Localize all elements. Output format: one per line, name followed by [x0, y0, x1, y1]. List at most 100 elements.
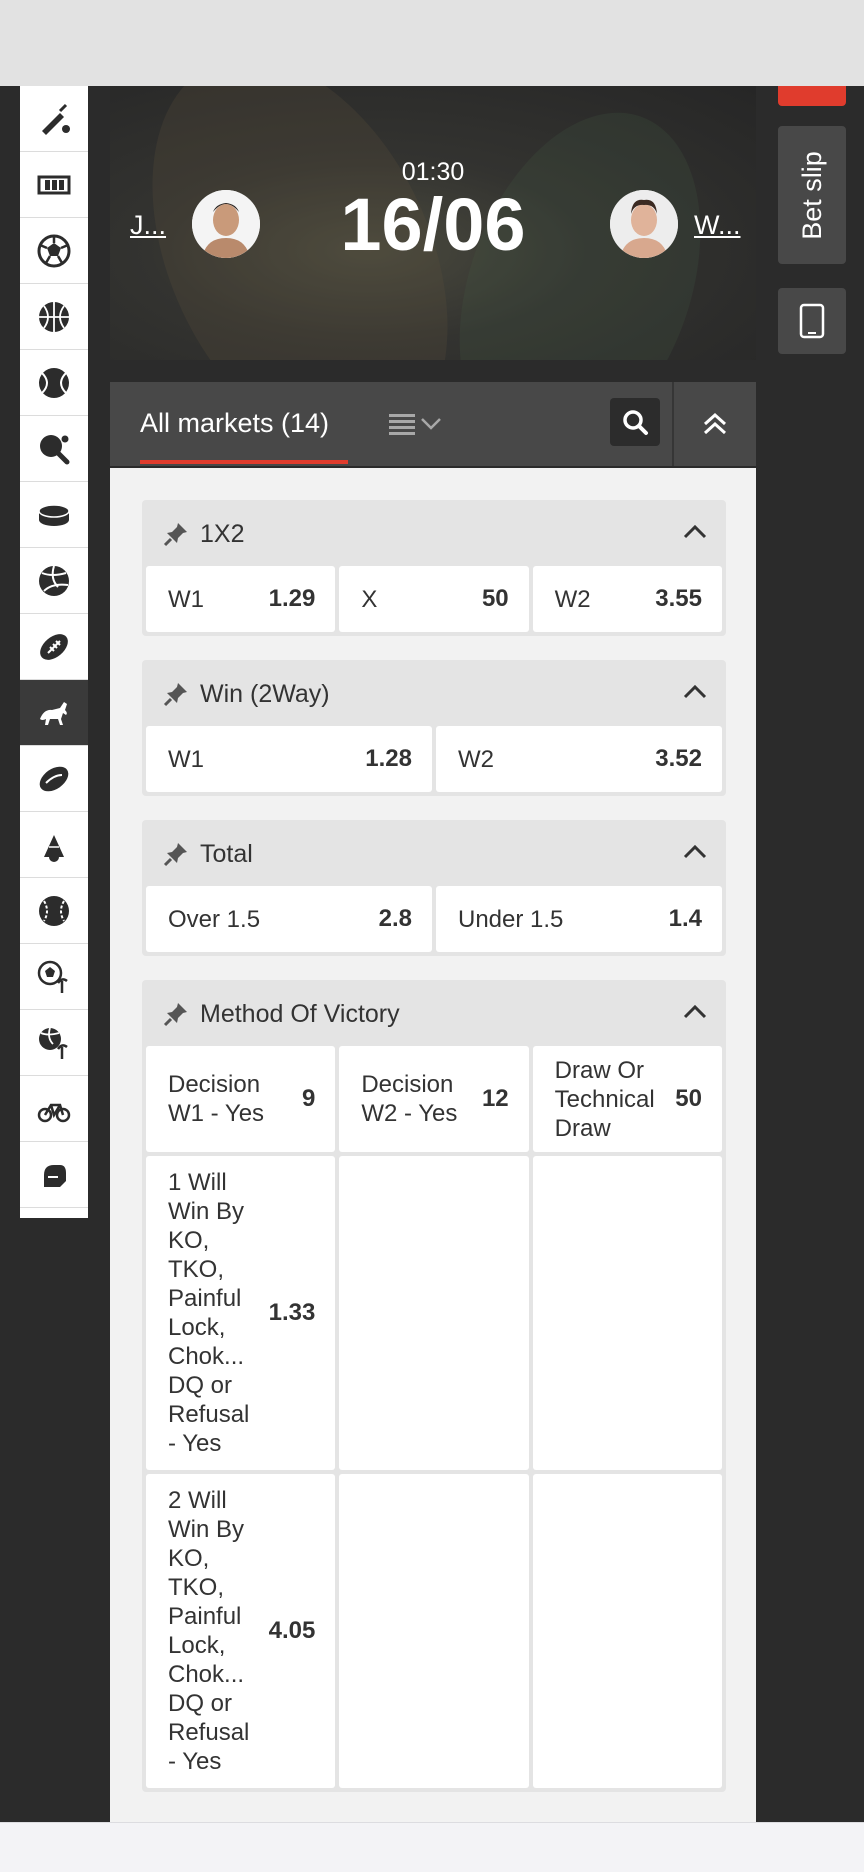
browser-top-bar — [0, 0, 864, 86]
odds-cell[interactable]: Draw Or Technical Draw 50 — [532, 1046, 722, 1152]
market-block: 1X2 W1 1.29 X 50 W2 3.55 — [142, 500, 726, 636]
pin-button[interactable] — [162, 680, 190, 713]
team2-name-link[interactable]: W... — [694, 210, 741, 241]
double-chevron-up-icon — [703, 412, 727, 435]
bet-slip-button[interactable]: Bet slip — [778, 126, 846, 264]
table-tennis-icon — [40, 434, 70, 464]
outcome-label: W2 — [458, 745, 494, 773]
sports-sidebar — [20, 86, 88, 1218]
pin-icon — [163, 523, 187, 547]
empty-cell — [339, 1156, 529, 1470]
odds-cell[interactable]: W2 3.52 — [436, 726, 722, 792]
outcome-label: Decision W2 - Yes — [361, 1071, 458, 1127]
cricket-icon — [42, 103, 70, 135]
search-button[interactable] — [610, 398, 660, 446]
chevron-up-icon — [683, 1004, 707, 1019]
american-football-icon — [40, 633, 68, 660]
scoreboard: 01:30 16/06 J... W... — [110, 86, 756, 360]
film-icon — [37, 175, 71, 194]
mobile-version-button[interactable] — [778, 288, 846, 354]
sidebar-sport-volleyball[interactable] — [20, 548, 88, 614]
empty-cell — [532, 1156, 722, 1470]
collapse-market-button[interactable] — [682, 522, 708, 545]
outcome-label: Under 1.5 — [458, 905, 564, 933]
pin-button[interactable] — [162, 1000, 190, 1033]
odds-cell[interactable]: Decision W1 - Yes 9 — [146, 1046, 336, 1152]
odds-cell[interactable]: X 50 — [339, 566, 529, 632]
outcome-label: W2 — [554, 585, 591, 613]
sidebar-sport-football[interactable] — [20, 218, 88, 284]
odds-value: 9 — [301, 1085, 316, 1112]
sidebar-sport-tennis[interactable] — [20, 350, 88, 416]
outcome-label: W1 — [168, 745, 204, 773]
football-icon — [37, 234, 71, 267]
sidebar-sport-ice-hockey[interactable] — [20, 482, 88, 548]
market-block: Method Of Victory Decision W1 - Yes 9 Decis… — [142, 980, 726, 1792]
sidebar-sport-film[interactable] — [20, 152, 88, 218]
beach-soccer-icon — [37, 960, 68, 993]
baseball-icon — [39, 895, 69, 926]
chevron-up-icon — [683, 844, 707, 859]
market-title: Win (2Way) — [200, 680, 330, 708]
active-tab-indicator — [140, 460, 348, 464]
team1-name-link[interactable]: J... — [130, 210, 166, 241]
outcome-label: 2 Will Win By KO, TKO, Painful Lock, Cho… — [168, 1487, 250, 1775]
sidebar-sport-cycling[interactable] — [20, 1076, 88, 1142]
sidebar-sport-boxing[interactable] — [20, 1142, 88, 1208]
market-header[interactable]: Total — [142, 820, 726, 886]
odds-value: 3.52 — [655, 745, 702, 772]
market-header[interactable]: 1X2 — [142, 500, 726, 566]
chevron-down-icon — [421, 418, 441, 430]
tab-all-markets[interactable]: All markets (14) — [140, 408, 329, 439]
sidebar-sport-basketball[interactable] — [20, 284, 88, 350]
markets-bar: All markets (14) — [110, 382, 756, 466]
odds-cell[interactable]: Decision W2 - Yes 12 — [339, 1046, 529, 1152]
list-icon — [389, 414, 415, 435]
odds-cell[interactable]: Over 1.5 2.8 — [146, 886, 432, 952]
market-title: Total — [200, 840, 253, 868]
view-mode-dropdown[interactable] — [388, 406, 452, 442]
market-header[interactable]: Win (2Way) — [142, 660, 726, 726]
pin-button[interactable] — [162, 840, 190, 873]
pin-button[interactable] — [162, 520, 190, 553]
chevron-up-icon — [683, 524, 707, 539]
horse-racing-icon — [40, 701, 67, 725]
collapse-market-button[interactable] — [682, 682, 708, 705]
badminton-icon — [44, 834, 64, 862]
rail-top-button[interactable] — [778, 86, 846, 106]
odds-value: 1.29 — [268, 585, 316, 612]
sidebar-sport-baseball[interactable] — [20, 878, 88, 944]
sidebar-sport-beach-soccer[interactable] — [20, 944, 88, 1010]
outcome-label: Over 1.5 — [168, 905, 261, 933]
outcome-label: Decision W1 - Yes — [168, 1071, 265, 1127]
sidebar-sport-horse-racing[interactable] — [20, 680, 88, 746]
basketball-icon — [39, 301, 69, 332]
sidebar-sport-beach-volleyball[interactable] — [20, 1010, 88, 1076]
ice-hockey-icon — [38, 503, 70, 526]
collapse-all-button[interactable] — [672, 382, 756, 466]
pin-icon — [163, 683, 187, 707]
outcome-label: Draw Or Technical Draw — [554, 1056, 655, 1142]
odds-cell[interactable]: W1 1.28 — [146, 726, 432, 792]
collapse-market-button[interactable] — [682, 1002, 708, 1025]
sidebar-sport-american-football[interactable] — [20, 614, 88, 680]
sidebar-sport-rugby[interactable] — [20, 746, 88, 812]
market-header[interactable]: Method Of Victory — [142, 980, 726, 1046]
bet-slip-label: Bet slip — [796, 150, 827, 240]
beach-volleyball-icon — [39, 1027, 68, 1059]
search-icon — [623, 410, 648, 435]
odds-cell[interactable]: 1 Will Win By KO, TKO, Painful Lock, Cho… — [146, 1156, 336, 1470]
sidebar-sport-cricket[interactable] — [20, 86, 88, 152]
boxing-icon — [44, 1164, 66, 1187]
collapse-market-button[interactable] — [682, 842, 708, 865]
cycling-icon — [37, 1103, 71, 1122]
odds-cell[interactable]: 2 Will Win By KO, TKO, Painful Lock, Cho… — [146, 1474, 336, 1788]
odds-value: 12 — [481, 1085, 509, 1112]
sidebar-sport-table-tennis[interactable] — [20, 416, 88, 482]
odds-value: 2.8 — [378, 905, 412, 932]
sidebar-sport-badminton[interactable] — [20, 812, 88, 878]
odds-cell[interactable]: W1 1.29 — [146, 566, 336, 632]
odds-cell[interactable]: W2 3.55 — [532, 566, 722, 632]
empty-cell — [532, 1474, 722, 1788]
odds-cell[interactable]: Under 1.5 1.4 — [436, 886, 722, 952]
